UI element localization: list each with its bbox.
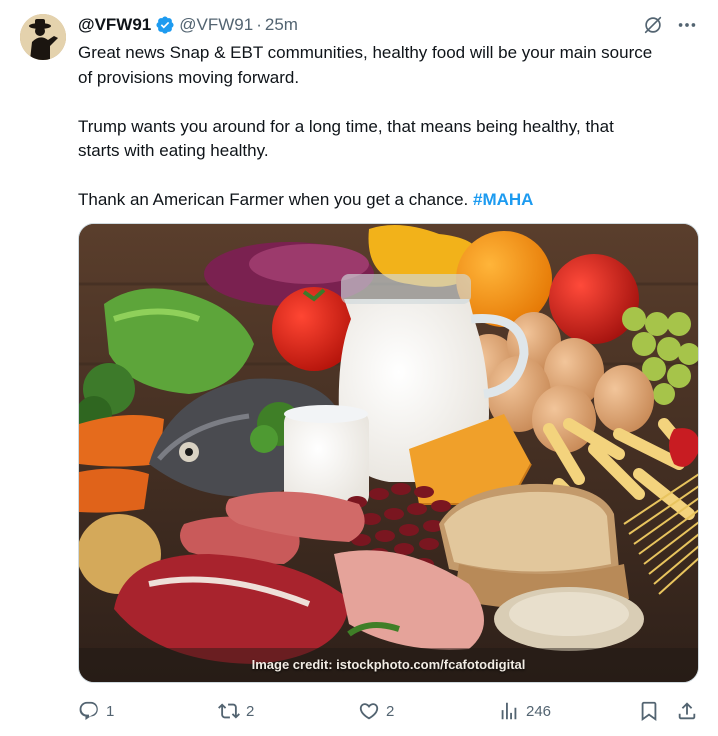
tweet-text-line: Trump wants you around for a long time, … — [78, 116, 614, 136]
top-actions — [642, 14, 698, 36]
bookmark-icon — [641, 701, 657, 722]
hashtag-link[interactable]: #MAHA — [473, 190, 533, 209]
separator-dot: · — [256, 15, 262, 34]
share-button[interactable] — [676, 698, 698, 724]
like-count: 2 — [386, 702, 395, 720]
views-count: 246 — [526, 702, 552, 720]
repost-button[interactable]: 2 — [218, 698, 254, 724]
tweet-text-segment: Thank an American Farmer when you get a … — [78, 190, 473, 209]
share-icon — [678, 702, 696, 720]
bookmark-button[interactable] — [638, 698, 660, 724]
tweet-text-line: Thank an American Farmer when you get a … — [78, 188, 703, 213]
avatar[interactable] — [20, 14, 66, 60]
tweet-text-line: of provisions moving forward. — [78, 67, 300, 87]
display-name[interactable]: @VFW91 — [78, 15, 151, 35]
repost-count: 2 — [246, 702, 255, 720]
media-credit: Image credit: istockphoto.com/fcafotodig… — [251, 657, 526, 672]
tweet-header: @VFW91 @VFW91 · 25m — [78, 14, 298, 36]
verified-badge-icon[interactable] — [155, 15, 175, 35]
tweet-actions: 1 2 2 246 — [78, 698, 703, 724]
tweet-text: Great news Snap & EBT communities, healt… — [78, 41, 703, 213]
like-icon — [359, 703, 379, 720]
reply-count: 1 — [106, 702, 115, 720]
more-icon[interactable] — [676, 14, 698, 36]
like-button[interactable]: 2 — [358, 698, 394, 724]
tweet-text-line: Great news Snap & EBT communities, healt… — [78, 43, 653, 62]
handle[interactable]: @VFW91 — [179, 15, 253, 35]
reply-button[interactable]: 1 — [78, 698, 114, 724]
timestamp[interactable]: 25m — [265, 15, 298, 35]
views-icon — [501, 702, 517, 720]
repost-icon — [218, 703, 240, 719]
tweet-media-image[interactable]: Image credit: istockphoto.com/fcafotodig… — [78, 223, 699, 683]
grok-icon[interactable] — [642, 14, 664, 36]
tweet[interactable]: @VFW91 @VFW91 · 25m Great news Snap & EB… — [0, 0, 718, 736]
reply-icon — [79, 701, 98, 720]
tweet-text-line: starts with eating healthy. — [78, 141, 269, 160]
food-photo-image — [79, 224, 698, 682]
avatar-silhouette-icon — [20, 14, 66, 60]
views-button[interactable]: 246 — [498, 698, 551, 724]
